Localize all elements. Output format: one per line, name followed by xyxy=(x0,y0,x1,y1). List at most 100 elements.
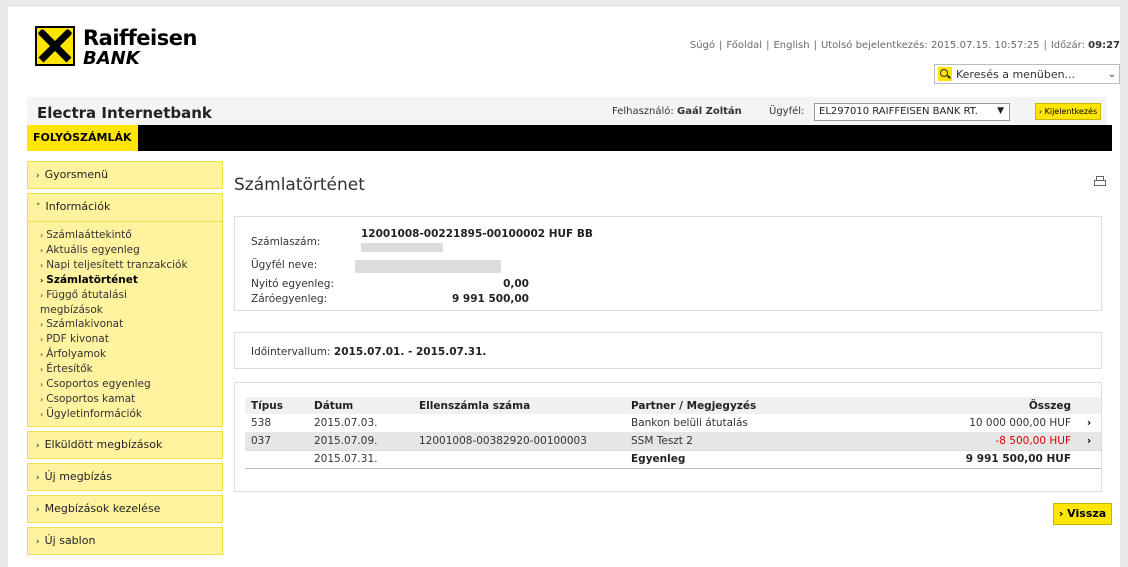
separator: | xyxy=(766,40,770,51)
cell-balance-amount: 9 991 500,00 HUF xyxy=(835,449,1077,469)
cell-type xyxy=(245,449,308,469)
sidebar-item-szamlakivonat[interactable]: › Számlakivonat xyxy=(40,317,222,332)
sidebar-item-ertesitok[interactable]: › Értesítők xyxy=(40,362,222,377)
chevron-down-icon: ▼ xyxy=(997,106,1004,116)
cell-type: 037 xyxy=(245,432,308,450)
home-link[interactable]: Főoldal xyxy=(726,40,762,51)
sidebar-submenu: › Számlaáttekintő › Aktuális egyenleg › Nap… xyxy=(28,222,222,426)
menu-search-placeholder: Keresés a menüben... xyxy=(956,67,1076,81)
interval-label: Időintervallum: xyxy=(251,346,331,358)
sidebar-item-pdf-kivonat[interactable]: › PDF kivonat xyxy=(40,332,222,347)
row-details-icon[interactable]: › xyxy=(1077,432,1101,450)
cell-partner: SSM Teszt 2 xyxy=(625,432,835,450)
chevron-right-icon: › xyxy=(40,380,44,389)
sidebar-item-arfolyamok[interactable]: › Árfolyamok xyxy=(40,347,222,362)
sidebar-group-informaciok: ˅ Információk › Számlaáttekintő › Aktuális … xyxy=(27,193,223,427)
sidebar-item-label: Napi teljesített tranzakciók xyxy=(46,259,188,271)
sidebar-item-label: Árfolyamok xyxy=(46,348,107,360)
row-details-icon[interactable]: › xyxy=(1077,414,1101,432)
client-select-value: EL297010 RAIFFEISEN BANK RT. xyxy=(819,106,978,117)
chevron-right-icon: › xyxy=(36,537,40,547)
session-timer-label: Időzár: xyxy=(1050,40,1085,51)
cell-date: 2015.07.09. xyxy=(308,432,413,450)
separator: | xyxy=(719,40,723,51)
sidebar-item-label: Új sablon xyxy=(44,534,96,547)
chevron-right-icon: › xyxy=(36,505,40,515)
opening-balance-value: 0,00 xyxy=(503,278,529,290)
sidebar-item-gyorsmenu[interactable]: › Gyorsmenü xyxy=(27,161,223,189)
help-link[interactable]: Súgó xyxy=(690,40,715,51)
cell-type: 538 xyxy=(251,417,272,429)
chevron-right-icon: › xyxy=(40,291,44,300)
sidebar-item-csoportos-egyenleg[interactable]: › Csoportos egyenleg xyxy=(40,377,222,392)
sidebar-item-szamlaattekinto[interactable]: › Számlaáttekintő xyxy=(40,228,222,243)
chevron-right-icon: › xyxy=(36,473,40,483)
table-header-row: Típus Dátum Ellenszámla száma Partner / … xyxy=(245,397,1101,414)
english-link[interactable]: English xyxy=(773,40,809,51)
sidebar-item-aktualis-egyenleg[interactable]: › Aktuális egyenleg xyxy=(40,243,222,258)
user-info: Felhasználó: Gaál Zoltán xyxy=(612,106,742,117)
sidebar-item-elkuldott-megbizasok[interactable]: › Elküldött megbízások xyxy=(27,431,223,459)
sidebar-item-fuggo-atutalasi[interactable]: › Függő átutalási megbízások xyxy=(40,288,190,317)
sidebar-item-label: Számlaáttekintő xyxy=(46,229,132,241)
sidebar-item-szamlatortenet[interactable]: › Számlatörténet xyxy=(40,273,222,288)
column-header-partner: Partner / Megjegyzés xyxy=(625,397,835,414)
user-name: Gaál Zoltán xyxy=(676,106,742,117)
column-header-date: Dátum xyxy=(308,397,413,414)
interval-box: Időintervallum: 2015.07.01. - 2015.07.31… xyxy=(234,332,1102,369)
account-number-value: 12001008-00221895-00100002 HUF BB xyxy=(361,228,593,240)
chevron-right-icon: › xyxy=(40,365,44,374)
sidebar-item-csoportos-kamat[interactable]: › Csoportos kamat xyxy=(40,392,222,407)
main-nav: FOLYÓSZÁMLÁK xyxy=(27,125,1112,151)
table-total-row: 2015.07.31. Egyenleg 9 991 500,00 HUF xyxy=(245,449,1101,469)
chevron-right-icon: › xyxy=(40,246,44,255)
top-links: Súgó | Főoldal | English | Utolsó bejelentkezé… xyxy=(690,40,1120,51)
sidebar-item-ugyletinformaciok[interactable]: › Ügyletinformációk xyxy=(40,407,222,422)
cell-counter-account: 12001008-00382920-00100003 xyxy=(413,432,625,450)
sidebar-item-label: Megbízások kezelése xyxy=(44,502,161,515)
sidebar-item-label: Ügyletinformációk xyxy=(46,408,142,420)
cell-counter-account xyxy=(413,449,625,469)
chevron-down-icon: ˅ xyxy=(36,203,41,213)
sidebar-item-informaciok[interactable]: ˅ Információk xyxy=(28,194,222,222)
interval-value: 2015.07.01. - 2015.07.31. xyxy=(333,346,487,358)
chevron-down-icon: ⌄ xyxy=(1107,68,1117,80)
transactions-box: Típus Dátum Ellenszámla száma Partner / … xyxy=(234,382,1102,492)
cell-spacer xyxy=(1077,449,1101,469)
sidebar-item-label: Új megbízás xyxy=(44,470,112,483)
tab-folyoszamlak[interactable]: FOLYÓSZÁMLÁK xyxy=(27,125,138,151)
sidebar-item-label: Információk xyxy=(45,200,111,213)
chevron-right-icon: › xyxy=(40,395,44,404)
chevron-right-icon: › xyxy=(40,231,44,240)
account-number-label: Számlaszám: xyxy=(251,236,321,248)
sidebar-item-uj-megbizas[interactable]: › Új megbízás xyxy=(27,463,223,491)
chevron-right-icon: › xyxy=(40,410,44,419)
sidebar-item-label: Értesítők xyxy=(46,363,93,375)
chevron-right-icon: › xyxy=(36,441,40,451)
table-row[interactable]: 037 2015.07.09. 12001008-00382920-001000… xyxy=(245,432,1101,450)
back-button[interactable]: › Vissza xyxy=(1053,503,1112,525)
cell-counter-account xyxy=(413,414,625,432)
cell-balance-label: Egyenleg xyxy=(625,449,835,469)
client-select[interactable]: EL297010 RAIFFEISEN BANK RT. ▼ xyxy=(814,103,1010,121)
logout-button[interactable]: › Kijelentkezés xyxy=(1035,103,1101,120)
logo-text-raiffeisen: Raiffeisen xyxy=(83,26,197,50)
raiffeisen-logo[interactable]: Raiffeisen BANK xyxy=(35,26,197,72)
sidebar-item-napi-tranzakciok[interactable]: › Napi teljesített tranzakciók xyxy=(40,258,222,273)
table-row[interactable]: 538 2015.07.03. Bankon belüli átutalás 1… xyxy=(245,414,1101,432)
chevron-right-icon: › xyxy=(36,171,40,181)
sidebar-item-megbizasok-kezelese[interactable]: › Megbízások kezelése xyxy=(27,495,223,523)
sidebar-item-uj-sablon[interactable]: › Új sablon xyxy=(27,527,223,555)
print-icon[interactable] xyxy=(1093,175,1107,188)
sidebar-item-label: Számlatörténet xyxy=(46,274,138,286)
sidebar-item-label: Csoportos kamat xyxy=(46,393,136,405)
menu-search-select[interactable]: Keresés a menüben... ⌄ xyxy=(934,64,1120,84)
column-header-counter-account: Ellenszámla száma xyxy=(413,397,625,414)
sidebar: › Gyorsmenü ˅ Információk › Számlaáttekintő… xyxy=(27,161,223,561)
chevron-right-icon: › xyxy=(40,261,44,270)
separator: | xyxy=(813,40,817,51)
interval: Időintervallum: 2015.07.01. - 2015.07.31… xyxy=(251,346,486,358)
column-header-spacer xyxy=(1077,397,1101,414)
sidebar-item-label: Függő átutalási megbízások xyxy=(40,289,127,316)
sub-header: Electra Internetbank Felhasználó: Gaál Z… xyxy=(27,97,1107,125)
